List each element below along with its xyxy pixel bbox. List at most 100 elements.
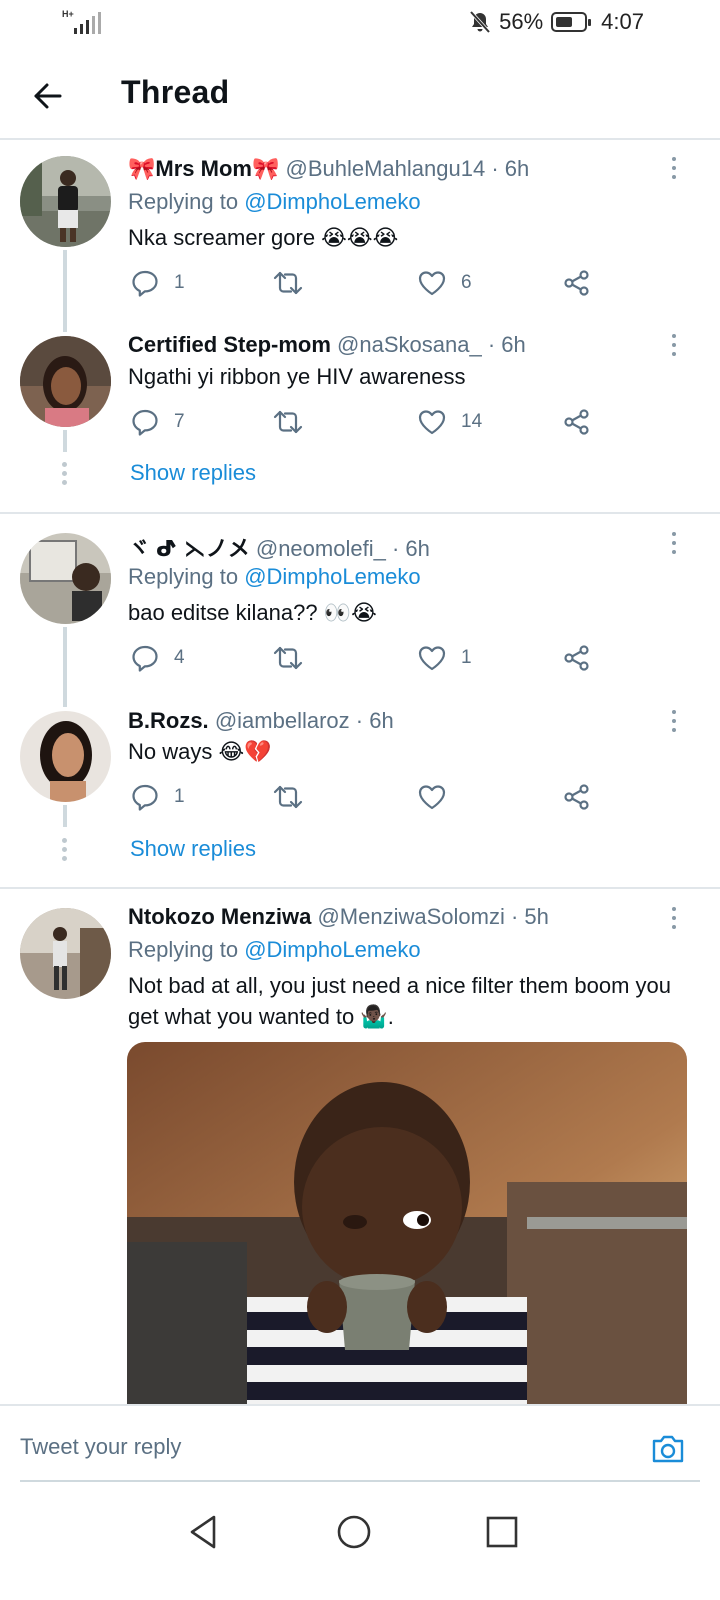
reply-input[interactable] [20, 1434, 580, 1460]
retweet-button[interactable] [272, 643, 318, 673]
share-button[interactable] [562, 407, 592, 437]
display-name[interactable]: B.Rozs. [128, 708, 209, 733]
reply-icon [132, 784, 158, 811]
display-name[interactable]: 🎀Mrs Mom🎀 [128, 156, 279, 181]
battery-percent: 56% [499, 9, 544, 34]
tweet-text: No ways 😂💔 [128, 739, 272, 764]
divider [0, 512, 720, 514]
tweet-time: · 5h [510, 904, 549, 929]
avatar[interactable] [20, 156, 111, 247]
replying-to: Replying to @DimphoLemeko [128, 564, 421, 589]
tweet-time: · 6h [491, 156, 530, 181]
thread-connector [63, 627, 67, 707]
tweet-text: Not bad at all, you just need a nice fil… [128, 973, 671, 1029]
display-name[interactable]: ヾ ᕷ ⋋ノメ [128, 536, 250, 561]
home-circle-icon [337, 1515, 371, 1549]
like-button[interactable]: 14 [417, 407, 482, 437]
heart-icon [418, 271, 446, 296]
thread-connector [63, 805, 67, 827]
retweet-button[interactable] [272, 268, 318, 298]
heart-icon [418, 410, 446, 435]
back-button[interactable] [28, 76, 68, 116]
retweet-icon [273, 646, 303, 670]
share-button[interactable] [562, 643, 592, 673]
reply-composer [0, 1404, 720, 1482]
clock: 4:07 [601, 9, 644, 34]
system-nav-bar [0, 1482, 720, 1600]
like-button[interactable]: 6 [417, 268, 472, 298]
share-button[interactable] [562, 268, 592, 298]
display-name[interactable]: Certified Step-mom [128, 332, 331, 357]
heart-icon [418, 646, 446, 671]
camera-button[interactable] [650, 1432, 686, 1466]
avatar[interactable] [20, 711, 111, 802]
user-handle: @iambellaroz [214, 708, 350, 733]
mute-icon [469, 10, 491, 34]
back-triangle-icon [190, 1515, 216, 1549]
share-icon [564, 784, 589, 810]
avatar[interactable] [20, 533, 111, 624]
avatar[interactable] [20, 336, 111, 427]
retweet-button[interactable] [272, 782, 318, 812]
show-replies-link[interactable]: Show replies [130, 836, 256, 862]
user-handle: @neomolefi_ [255, 536, 386, 561]
more-options-icon[interactable] [664, 334, 684, 360]
retweet-icon [273, 410, 303, 434]
avatar[interactable] [20, 908, 111, 999]
more-options-icon[interactable] [664, 157, 684, 183]
recents-square-icon [486, 1516, 518, 1548]
display-name[interactable]: Ntokozo Menziwa [128, 904, 311, 929]
back-arrow-icon [34, 83, 62, 109]
like-button[interactable]: 1 [417, 643, 472, 673]
more-options-icon[interactable] [664, 710, 684, 736]
reply-button[interactable]: 7 [130, 407, 185, 437]
like-button[interactable] [417, 782, 461, 812]
like-count: 14 [461, 411, 483, 432]
tweet-actions: 1 6 [130, 268, 610, 300]
share-icon [564, 645, 589, 671]
tweet-time: · 6h [487, 332, 526, 357]
tweet-header: B.Rozs. @iambellaroz · 6h [128, 708, 394, 734]
replying-to-link[interactable]: @DimphoLemeko [244, 937, 420, 962]
reply-icon [132, 409, 158, 436]
more-options-icon[interactable] [664, 532, 684, 558]
replying-to-link[interactable]: @DimphoLemeko [244, 189, 420, 214]
nav-home-button[interactable] [334, 1512, 374, 1552]
page-title: Thread [121, 74, 230, 110]
tweet-text: Ngathi yi ribbon ye HIV awareness [128, 364, 466, 389]
tweet-actions: 7 14 [130, 407, 610, 439]
reply-count: 7 [174, 411, 185, 432]
tweet-text: Nka screamer gore 😭😭😭 [128, 225, 399, 250]
reply-icon [132, 645, 158, 672]
retweet-icon [273, 271, 303, 295]
user-handle: @naSkosana_ [337, 332, 482, 357]
tweet-actions: 1 [130, 782, 610, 814]
replying-to: Replying to @DimphoLemeko [128, 189, 421, 214]
tweet-time: · 6h [355, 708, 394, 733]
heart-icon [418, 785, 446, 810]
reply-button[interactable]: 4 [130, 643, 185, 673]
more-options-icon[interactable] [664, 907, 684, 933]
tweet-header: Certified Step-mom @naSkosana_ · 6h [128, 332, 526, 358]
replying-to-link[interactable]: @DimphoLemeko [244, 564, 420, 589]
camera-icon [652, 1435, 684, 1463]
thread-header: Thread [0, 48, 720, 140]
share-button[interactable] [562, 782, 592, 812]
thread-dots [62, 838, 68, 865]
user-handle: @BuhleMahlangu14 [285, 156, 486, 181]
tweet-text: bao editse kilana?? 👀😭 [128, 600, 377, 625]
retweet-icon [273, 785, 303, 809]
nav-recents-button[interactable] [482, 1512, 522, 1552]
signal-icon [74, 12, 101, 34]
tweet-actions: 4 1 [130, 643, 610, 675]
share-icon [564, 409, 589, 435]
user-handle: @MenziwaSolomzi [317, 904, 505, 929]
nav-back-button[interactable] [184, 1512, 224, 1552]
show-replies-link[interactable]: Show replies [130, 460, 256, 486]
reply-button[interactable]: 1 [130, 782, 185, 812]
reply-button[interactable]: 1 [130, 268, 185, 298]
tweet-image[interactable] [127, 1042, 687, 1404]
like-count: 1 [461, 647, 472, 668]
retweet-button[interactable] [272, 407, 318, 437]
share-icon [564, 270, 589, 296]
